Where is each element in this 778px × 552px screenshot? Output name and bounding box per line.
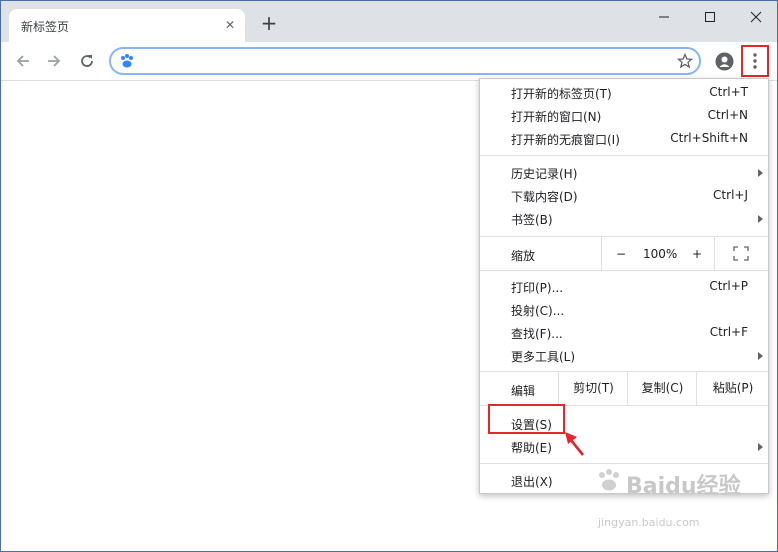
profile-icon[interactable] (715, 52, 734, 71)
menu-item-bookmarks[interactable]: 书签(B) (480, 207, 768, 230)
menu-item-history[interactable]: 历史记录(H) (480, 161, 768, 184)
copy-button[interactable]: 复制(C) (627, 372, 697, 405)
menu-item-print[interactable]: 打印(P)... Ctrl+P (480, 275, 768, 298)
toolbar (1, 42, 777, 81)
menu-divider (480, 155, 768, 156)
edit-row: 编辑 剪切(T) 复制(C) 粘贴(P) (480, 372, 768, 405)
zoom-label: 缩放 (511, 249, 536, 263)
submenu-arrow-icon (758, 352, 763, 360)
address-bar[interactable] (109, 47, 701, 75)
submenu-arrow-icon (758, 443, 763, 451)
close-window-button[interactable] (746, 7, 766, 27)
title-bar: 新标签页 ✕ + (1, 1, 777, 42)
chrome-menu: 打开新的标签页(T) Ctrl+T 打开新的窗口(N) Ctrl+N 打开新的无… (479, 78, 769, 494)
menu-item-new-window[interactable]: 打开新的窗口(N) Ctrl+N (480, 104, 768, 127)
arrow-right-icon (48, 55, 61, 67)
browser-window: 新标签页 ✕ + 打开新的标签页(T) Ctrl+T 打开新的窗口(N) Ctr… (0, 0, 778, 552)
reload-icon (81, 55, 93, 67)
new-tab-button[interactable]: + (259, 13, 279, 33)
zoom-value: 100% (643, 247, 678, 261)
baidu-paw-icon (121, 54, 133, 68)
star-icon[interactable] (677, 53, 693, 69)
menu-item-downloads[interactable]: 下载内容(D) Ctrl+J (480, 184, 768, 207)
zoom-row: 缩放 − 100% + (480, 237, 768, 270)
menu-item-more-tools[interactable]: 更多工具(L) (480, 344, 768, 367)
tab-title: 新标签页 (21, 20, 70, 34)
zoom-controls: − 100% + (601, 237, 715, 270)
fullscreen-icon (733, 246, 749, 261)
menu-item-help[interactable]: 帮助(E) (480, 435, 768, 458)
menu-item-find[interactable]: 查找(F)... Ctrl+F (480, 321, 768, 344)
submenu-arrow-icon (758, 169, 763, 177)
menu-item-new-incognito[interactable]: 打开新的无痕窗口(I) Ctrl+Shift+N (480, 127, 768, 150)
forward-button[interactable] (44, 51, 64, 71)
menu-item-exit[interactable]: 退出(X) (480, 469, 768, 492)
fullscreen-button[interactable] (714, 237, 769, 270)
minimize-icon (659, 16, 669, 18)
menu-divider (480, 463, 768, 464)
zoom-out-button[interactable]: − (616, 247, 626, 261)
submenu-arrow-icon (758, 215, 763, 223)
more-vertical-icon (753, 53, 757, 69)
minimize-button[interactable] (654, 7, 674, 27)
tab-new-tab[interactable]: 新标签页 ✕ (9, 9, 245, 42)
close-icon (750, 11, 762, 23)
menu-item-settings[interactable]: 设置(S) (480, 412, 768, 435)
zoom-in-button[interactable]: + (692, 247, 702, 261)
back-button[interactable] (13, 51, 33, 71)
pointer-arrow-icon (565, 432, 585, 456)
menu-item-cast[interactable]: 投射(C)... (480, 298, 768, 321)
menu-divider (480, 405, 768, 406)
arrow-left-icon (16, 55, 29, 67)
tab-close-icon[interactable]: ✕ (223, 18, 237, 32)
menu-item-new-tab[interactable]: 打开新的标签页(T) Ctrl+T (480, 81, 768, 104)
edit-label: 编辑 (511, 384, 536, 398)
chrome-menu-button[interactable] (741, 45, 769, 77)
reload-button[interactable] (77, 51, 97, 71)
cut-button[interactable]: 剪切(T) (558, 372, 628, 405)
menu-divider (480, 270, 768, 271)
maximize-button[interactable] (700, 7, 720, 27)
maximize-icon (705, 12, 715, 22)
paste-button[interactable]: 粘贴(P) (696, 372, 769, 405)
